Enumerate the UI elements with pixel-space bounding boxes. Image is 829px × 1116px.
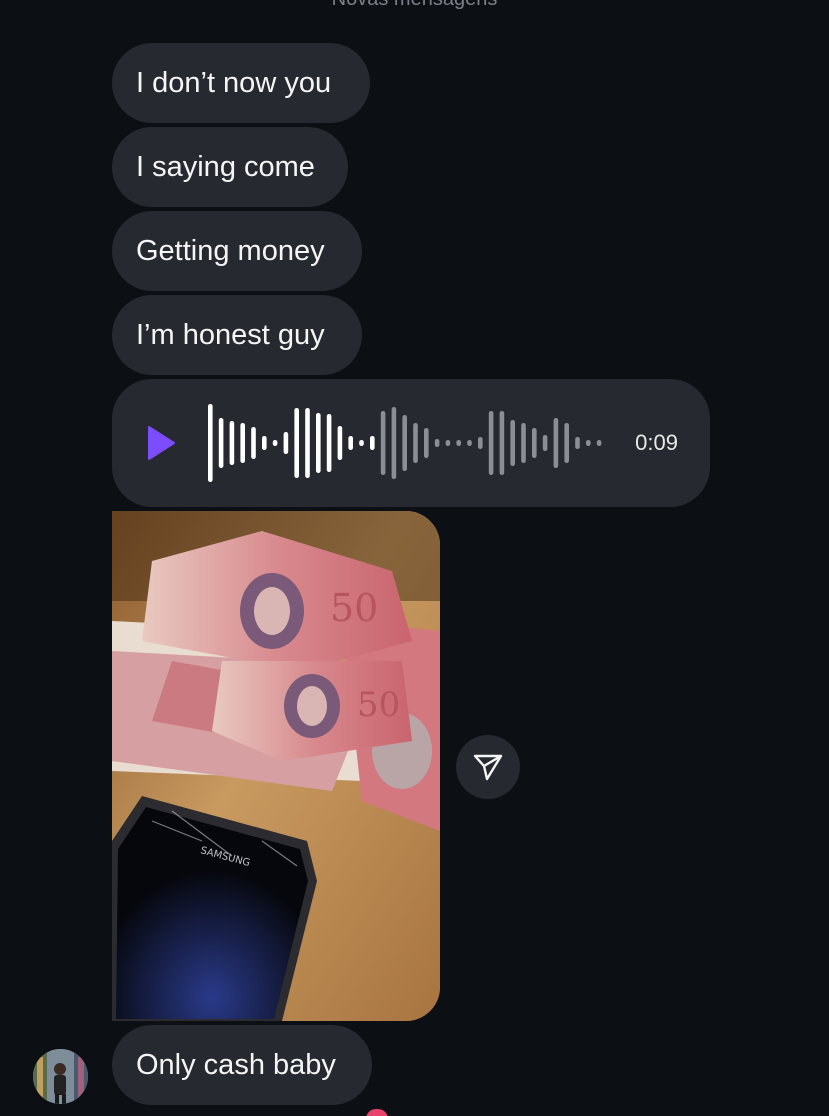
waveform-bar [596, 440, 602, 446]
waveform-bar [348, 436, 353, 450]
waveform-bar [424, 428, 429, 458]
waveform-bar [413, 423, 418, 463]
waveform-bar [229, 421, 235, 465]
svg-text:50: 50 [330, 586, 378, 630]
waveform-bar [370, 436, 375, 450]
message-text: Only cash baby [136, 1048, 336, 1081]
waveform-bar [542, 435, 548, 451]
message-text: I’m honest guy [136, 318, 325, 351]
heart-icon[interactable] [366, 1109, 388, 1116]
voice-duration: 0:09 [635, 430, 678, 455]
voice-message[interactable]: 0:09 [112, 379, 710, 507]
waveform-bar [359, 440, 364, 446]
waveform-bar [262, 436, 267, 450]
waveform-bar [240, 423, 245, 463]
svg-text:50: 50 [357, 685, 400, 725]
waveform-bar [586, 440, 591, 446]
message-bubble[interactable]: Only cash baby [112, 1025, 372, 1105]
waveform-bar [467, 440, 472, 446]
waveform-bar [434, 439, 440, 447]
waveform-bar [456, 440, 461, 446]
waveform-bar [488, 411, 494, 475]
waveform-bar [564, 423, 569, 463]
waveform-bar [326, 414, 332, 472]
waveform-bar [445, 440, 451, 446]
play-icon[interactable] [146, 425, 176, 461]
waveform-bar [510, 420, 515, 466]
message-bubble[interactable]: Getting money [112, 211, 362, 291]
paper-plane-icon [473, 754, 503, 781]
message-text: Getting money [136, 234, 325, 267]
new-messages-divider: Novas mensagens [0, 0, 829, 11]
waveform-bar [478, 437, 483, 449]
message-bubble[interactable]: I’m honest guy [112, 295, 362, 375]
photo-message[interactable]: 50 50 SAMSUNG [112, 511, 440, 1021]
message-bubble[interactable]: I don’t now you [112, 43, 370, 123]
waveform-bar [272, 440, 278, 446]
waveform-bar [283, 432, 289, 454]
waveform-bar [499, 411, 505, 475]
waveform-bar [553, 418, 559, 468]
share-button[interactable] [456, 735, 520, 799]
avatar-photo [33, 1049, 88, 1104]
cash-photo: 50 50 SAMSUNG [112, 511, 440, 1021]
waveform-bar [575, 437, 580, 449]
waveform[interactable] [208, 399, 608, 487]
waveform-bar [521, 423, 526, 463]
waveform-bar [251, 427, 256, 459]
waveform-bar [391, 407, 397, 479]
waveform-bar [380, 411, 386, 475]
waveform-bar [402, 415, 407, 471]
message-bubble[interactable]: I saying come [112, 127, 348, 207]
message-text: I saying come [136, 150, 315, 183]
waveform-bar [218, 418, 224, 468]
dm-thread: Novas mensagens I don’t now you I saying… [0, 0, 829, 1116]
avatar[interactable] [33, 1049, 88, 1104]
waveform-bar [208, 404, 213, 482]
waveform-bar [337, 426, 343, 460]
waveform-bar [294, 408, 299, 478]
message-text: I don’t now you [136, 66, 332, 99]
waveform-bar [532, 428, 537, 458]
waveform-bar [316, 413, 321, 473]
waveform-bar [305, 408, 310, 478]
